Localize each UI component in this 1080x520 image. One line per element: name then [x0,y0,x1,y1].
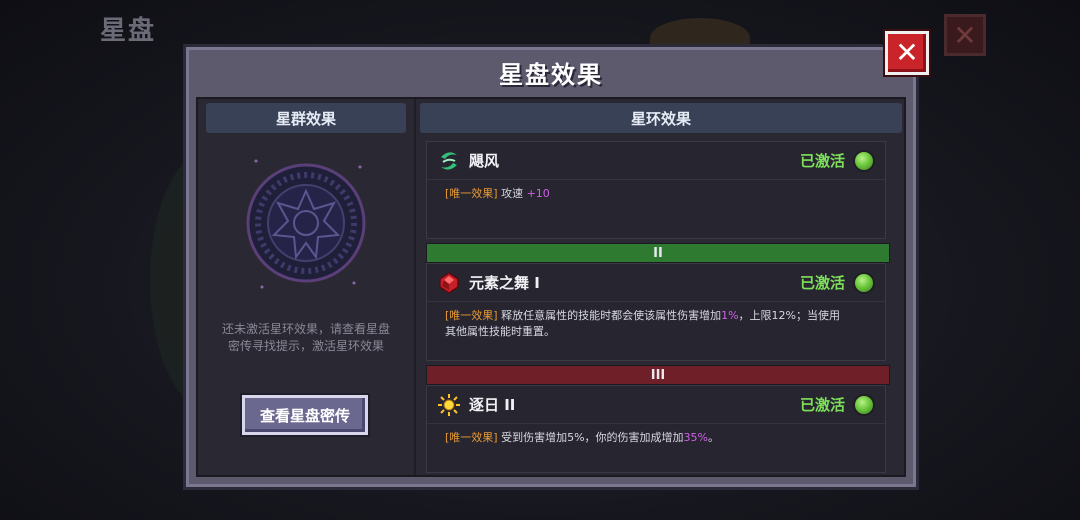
constellation-effects-header: 星群效果 [206,103,406,133]
effect-text: ，上限12%；当使用 [738,309,840,322]
star-chart-effects-dialog: 星盘效果 星群效果 还未激活星环效果，请查看星盘 密传寻找提示，激活星环效果 查… [183,44,919,490]
hint-line: 还未激活星环效果，请查看星盘 [221,322,390,336]
hint-line: 密传寻找提示，激活星环效果 [227,339,384,353]
effect-status: 已激活 [799,396,845,414]
close-icon: ✕ [895,36,919,69]
effect-value: +10 [526,187,550,200]
effect-status: 已激活 [799,274,845,292]
effect-status: 已激活 [799,152,845,170]
effect-text: 其他属性技能时重置。 [445,325,555,338]
red-gem-icon [439,271,459,294]
view-star-chart-secrets-button[interactable]: 查看星盘密传 [242,395,368,435]
effect-text: 释放任意属性的技能时都会使该属性伤害增加 [501,309,722,322]
dialog-title: 星盘效果 [499,60,603,89]
whirlwind-icon [441,151,457,170]
unique-effect-tag: [唯一效果] [445,187,498,200]
effect-text: 受到伤害增加5%，你的伤害加成增加 [501,431,684,444]
effect-description: [唯一效果] 攻速 +10 [427,180,885,208]
effect-text: 攻速 [501,187,527,200]
background-page-title: 星盘 [100,16,157,46]
panel-divider [414,99,416,475]
effect-text: 。 [708,431,719,444]
active-indicator-icon [853,393,875,416]
star-ring-effects-panel[interactable]: 星环效果 飓风 已激活 [唯一效果] 攻速 +10 II 元素之舞 I 已激活 … [420,103,904,473]
constellation-effects-panel: 星群效果 还未激活星环效果，请查看星盘 密传寻找提示，激活星环效果 查看星盘密传 [206,103,406,473]
effect-description: [唯一效果] 释放任意属性的技能时都会使该属性伤害增加1%，上限12%；当使用 … [427,302,885,346]
effect-card: 飓风 已激活 [唯一效果] 攻速 +10 [426,141,886,239]
active-indicator-icon [853,149,875,172]
tier-divider-ii: II [426,243,890,263]
active-indicator-icon [853,271,875,294]
inactive-hint-text: 还未激活星环效果，请查看星盘 密传寻找提示，激活星环效果 [206,321,406,355]
star-ring-effects-header: 星环效果 [420,103,902,133]
unique-effect-tag: [唯一效果] [445,431,498,444]
effect-name: 元素之舞 I [469,274,540,292]
unique-effect-tag: [唯一效果] [445,309,498,322]
effect-card: 逐日 II 已激活 [唯一效果] 受到伤害增加5%，你的伤害加成增加35%。 [426,385,886,473]
dialog-content: 星群效果 还未激活星环效果，请查看星盘 密传寻找提示，激活星环效果 查看星盘密传… [196,97,906,477]
effect-description: [唯一效果] 受到伤害增加5%，你的伤害加成增加35%。 [427,424,885,452]
effect-header: 飓风 已激活 [427,142,885,180]
sun-icon [438,393,460,416]
effect-value: 1% [721,309,739,322]
effect-value: 35% [683,431,708,444]
effect-header: 元素之舞 I 已激活 [427,264,885,302]
tier-divider-iii: III [426,365,890,385]
effect-header: 逐日 II 已激活 [427,386,885,424]
star-sigil-icon [246,159,366,289]
effect-card: 元素之舞 I 已激活 [唯一效果] 释放任意属性的技能时都会使该属性伤害增加1%… [426,263,886,361]
close-button[interactable]: ✕ [885,31,929,75]
effect-name: 逐日 II [469,396,516,414]
effect-name: 飓风 [469,152,500,170]
background-close-icon: ✕ [944,14,986,56]
